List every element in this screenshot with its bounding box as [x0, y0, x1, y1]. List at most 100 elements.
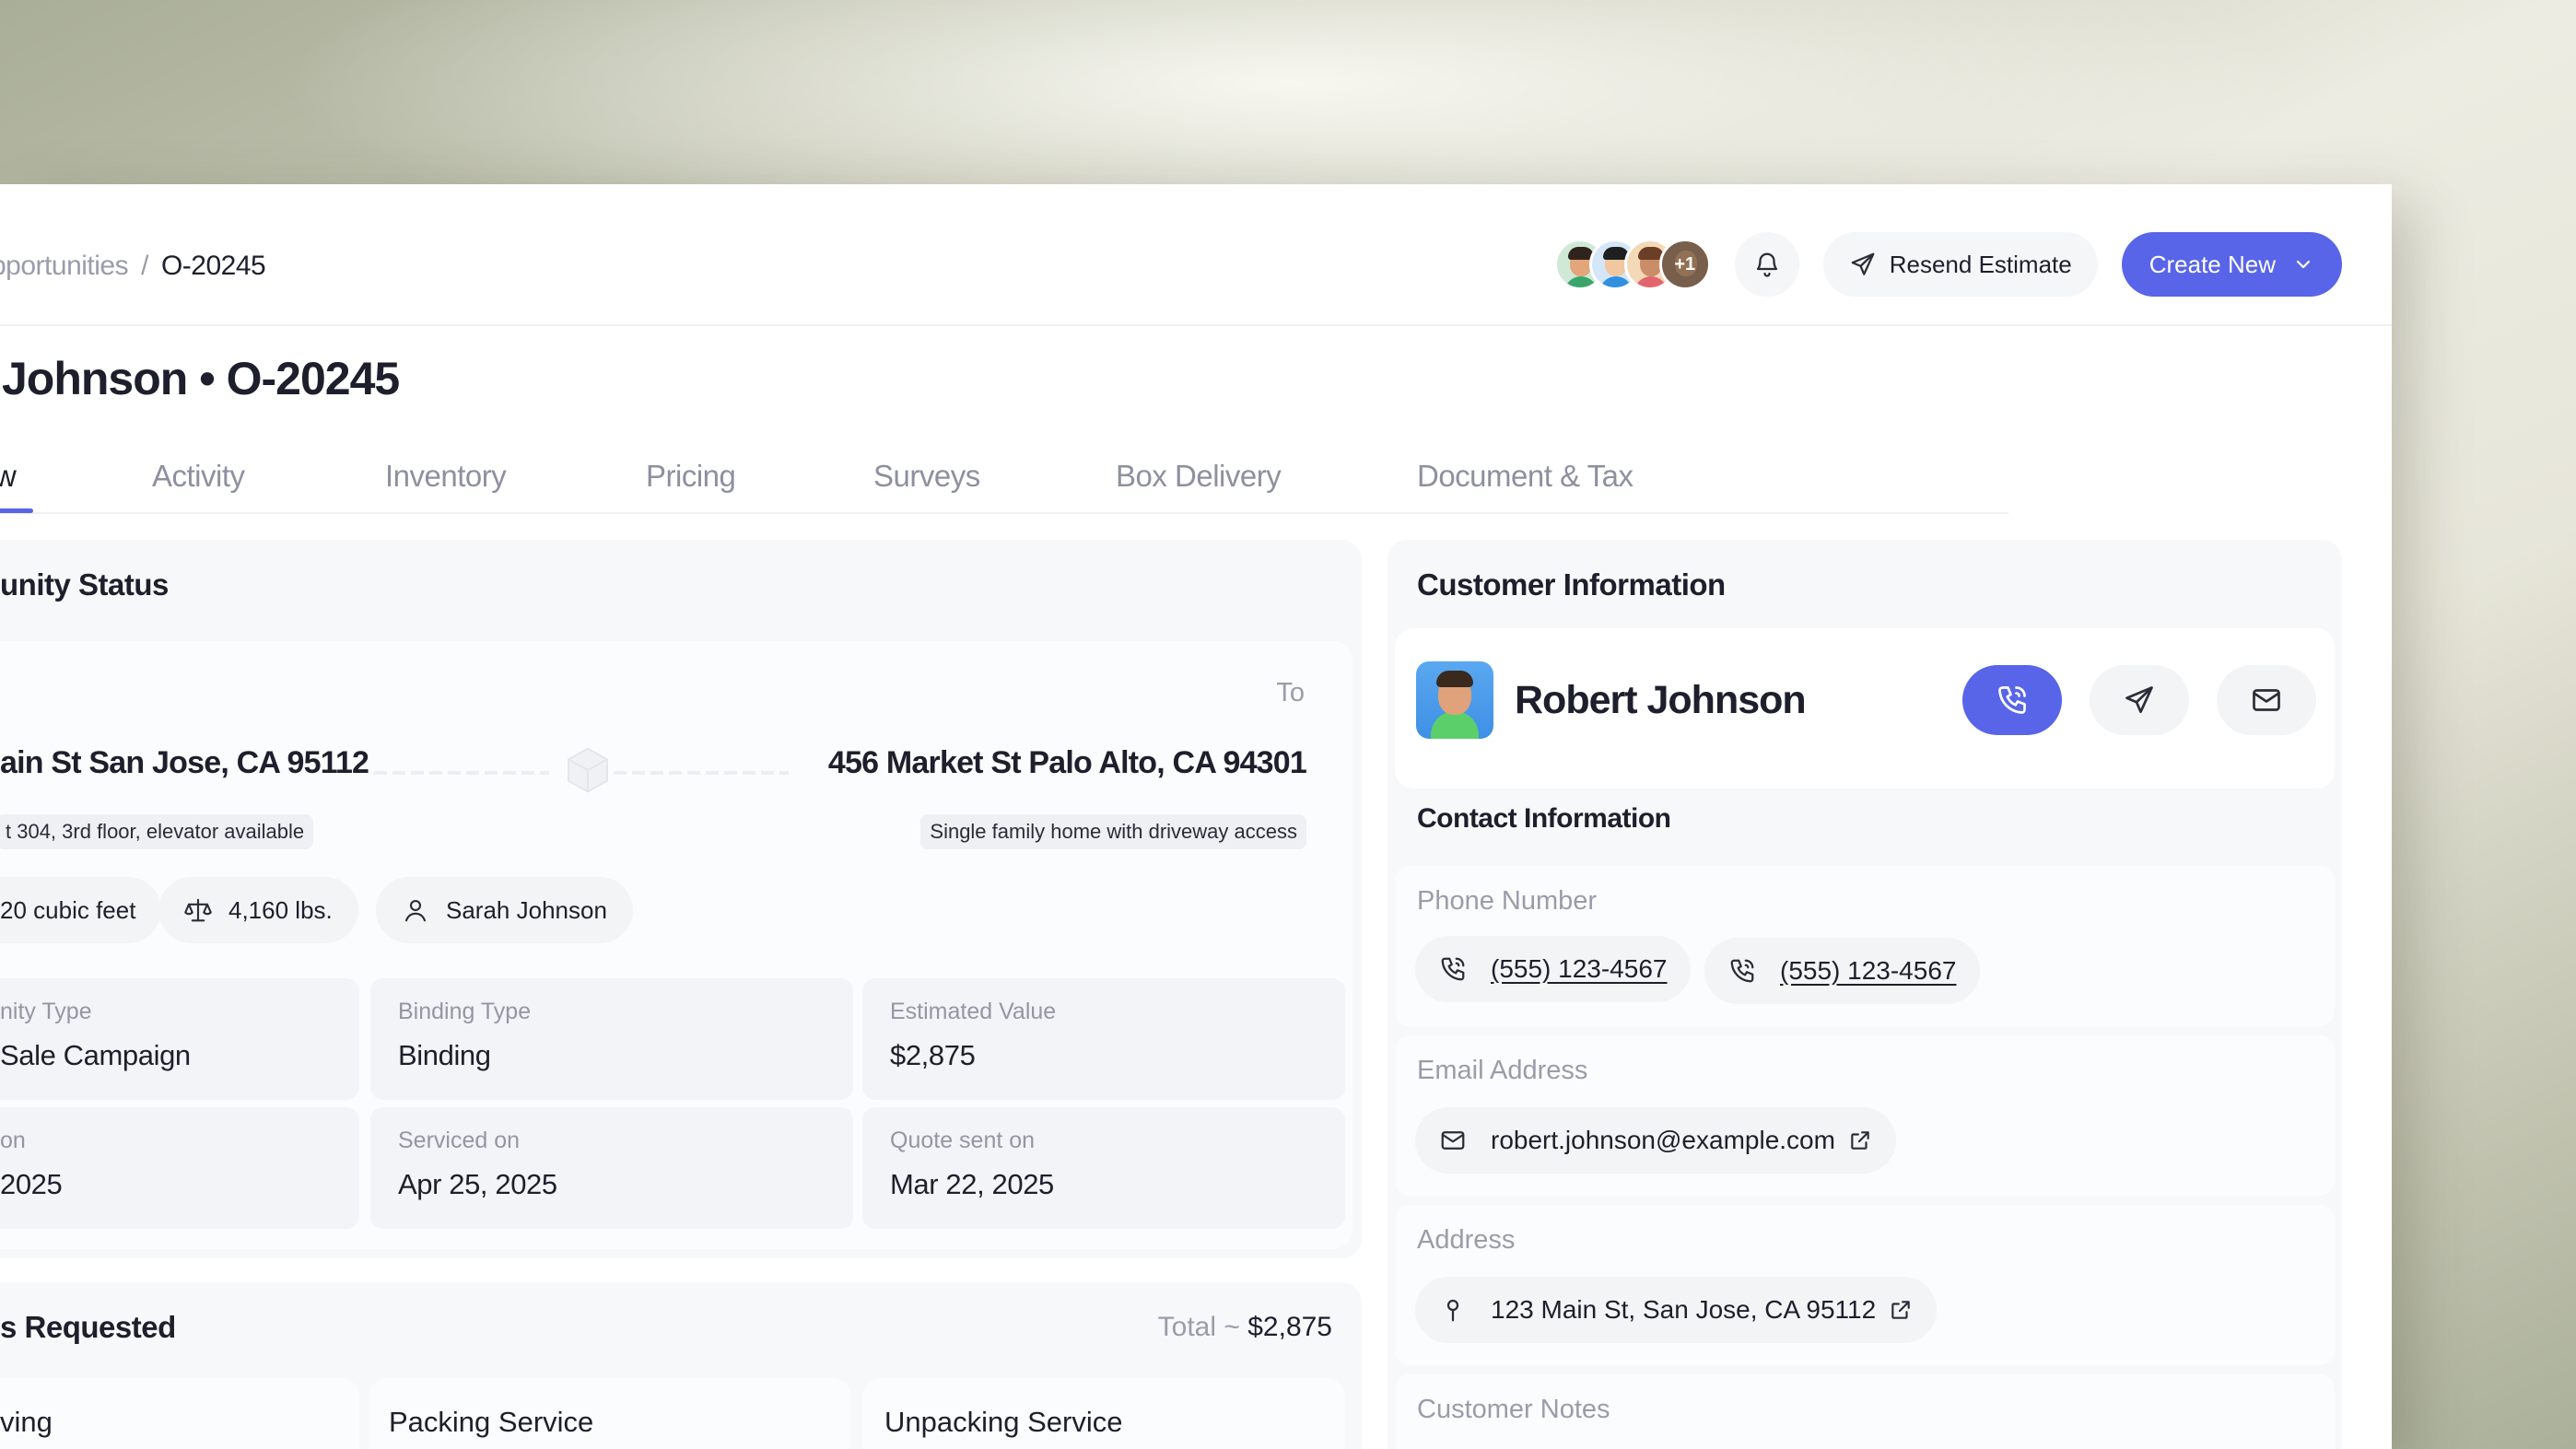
phone-label: Phone Number — [1417, 886, 1598, 916]
notes-block: Customer Notes — [1395, 1374, 2335, 1449]
field-label: Binding Type — [398, 999, 532, 1024]
tab-document-tax[interactable]: Document & Tax — [1417, 459, 1633, 494]
services-card-title: s Requested — [0, 1310, 176, 1344]
breadcrumb: pportunities / O-20245 — [0, 251, 266, 282]
header-actions: +1 Resend Estimate Create New — [1553, 232, 2342, 297]
service-item[interactable]: ving — [0, 1378, 359, 1449]
create-new-button[interactable]: Create New — [2121, 232, 2342, 297]
volume-chip: 20 cubic feet — [0, 877, 162, 943]
tab-activity[interactable]: Activity — [152, 459, 245, 494]
address-block: Address 123 Main St, San Jose, CA 95112 — [1395, 1205, 2335, 1365]
more-count: +1 — [1661, 241, 1708, 287]
scale-icon — [184, 898, 212, 922]
field-opportunity-type: nity Type Sale Campaign — [0, 978, 359, 1100]
to-address: 456 Market St Palo Alto, CA 94301 — [827, 745, 1307, 780]
field-label: Quote sent on — [890, 1128, 1036, 1153]
from-address: ain St San Jose, CA 95112 — [0, 745, 369, 780]
mail-icon — [1441, 1131, 1465, 1150]
opportunity-status-card: unity Status To ain St San Jose, CA 9511… — [0, 540, 1362, 1258]
agent-chip: Sarah Johnson — [376, 877, 633, 943]
customer-name: Robert Johnson — [1515, 678, 1807, 722]
resend-estimate-button[interactable]: Resend Estimate — [1822, 232, 2098, 297]
field-label: on — [0, 1128, 26, 1153]
call-button[interactable] — [1962, 665, 2062, 735]
page-title: Johnson • O-20245 — [2, 353, 400, 404]
phone-number[interactable]: (555) 123-4567 — [1491, 954, 1667, 984]
agent-name: Sarah Johnson — [446, 895, 607, 924]
tab-bar: w Activity Inventory Pricing Surveys Box… — [0, 451, 2008, 514]
field-estimated-value: Estimated Value $2,875 — [862, 978, 1345, 1100]
route-panel: To ain St San Jose, CA 95112 456 Market … — [0, 641, 1352, 1249]
avatar-hair — [1436, 671, 1473, 687]
customer-card-title: Customer Information — [1417, 567, 1726, 602]
tab-overview[interactable]: w — [0, 459, 17, 494]
tab-surveys[interactable]: Surveys — [873, 459, 980, 494]
box-icon — [568, 747, 608, 793]
address-chip[interactable]: 123 Main St, San Jose, CA 95112 — [1415, 1277, 1938, 1343]
service-item[interactable]: Packing Service — [369, 1378, 851, 1449]
external-link-icon[interactable] — [1848, 1128, 1872, 1152]
notifications-button[interactable] — [1734, 232, 1799, 297]
app-window: pportunities / O-20245 +1 Resend Estimat… — [0, 184, 2392, 1449]
collaborator-avatars[interactable]: +1 — [1553, 239, 1711, 290]
resend-estimate-label: Resend Estimate — [1889, 250, 2072, 278]
phone-chip[interactable]: (555) 123-4567 — [1415, 936, 1692, 1002]
top-header: pportunities / O-20245 +1 Resend Estimat… — [0, 184, 2392, 326]
tab-pricing[interactable]: Pricing — [646, 459, 736, 494]
email-chip[interactable]: robert.johnson@example.com — [1415, 1107, 1896, 1174]
email-button[interactable] — [2217, 665, 2316, 735]
services-total: Total ~ $2,875 — [1158, 1312, 1332, 1343]
to-note: Single family home with driveway access — [920, 814, 1306, 849]
phone-icon — [1730, 959, 1754, 983]
send-message-button[interactable] — [2090, 665, 2189, 735]
service-title: Unpacking Service — [884, 1406, 1123, 1438]
service-item[interactable]: Unpacking Service — [862, 1378, 1345, 1449]
address-label: Address — [1417, 1225, 1516, 1255]
chevron-down-icon — [2296, 260, 2311, 269]
notes-label: Customer Notes — [1417, 1395, 1610, 1424]
phone-icon — [1441, 957, 1465, 981]
phone-block: Phone Number (555) 123-4567 (555) 123-45… — [1395, 866, 2335, 1026]
send-icon — [1851, 252, 1875, 275]
field-value: $2,875 — [890, 1039, 976, 1071]
mail-icon — [2253, 689, 2280, 711]
create-new-label: Create New — [2149, 250, 2276, 278]
contact-info-title: Contact Information — [1417, 803, 1671, 834]
weight-value: 4,160 lbs. — [228, 895, 333, 924]
field-label: Estimated Value — [890, 999, 1057, 1024]
total-value: $2,875 — [1247, 1312, 1332, 1342]
service-title: ving — [0, 1406, 53, 1438]
send-icon — [2125, 686, 2153, 714]
email-label: Email Address — [1417, 1056, 1588, 1085]
tab-inventory[interactable]: Inventory — [385, 459, 507, 494]
external-link-icon[interactable] — [1889, 1298, 1913, 1322]
from-note: t 304, 3rd floor, elevator available — [0, 814, 314, 849]
status-card-title: unity Status — [0, 567, 169, 602]
user-icon — [404, 899, 427, 922]
street-address[interactable]: 123 Main St, San Jose, CA 95112 — [1491, 1295, 1876, 1325]
avatar-shirt — [1431, 711, 1479, 739]
email-address[interactable]: robert.johnson@example.com — [1491, 1126, 1835, 1155]
avatar-more[interactable]: +1 — [1658, 239, 1711, 290]
services-requested-card: s Requested Total ~ $2,875 ving Packing … — [0, 1282, 1362, 1449]
field-label: Serviced on — [398, 1128, 521, 1153]
field-created-on: on 2025 — [0, 1107, 359, 1229]
field-value: Mar 22, 2025 — [890, 1168, 1054, 1200]
phone-number[interactable]: (555) 123-4567 — [1780, 956, 1956, 986]
volume-value: 20 cubic feet — [0, 895, 136, 924]
avatar-body — [1598, 276, 1633, 287]
phone-chip[interactable]: (555) 123-4567 — [1704, 938, 1981, 1004]
breadcrumb-parent[interactable]: pportunities — [0, 251, 129, 282]
breadcrumb-separator: / — [141, 251, 148, 281]
field-label: nity Type — [0, 999, 92, 1024]
field-value: Sale Campaign — [0, 1039, 191, 1071]
field-value: Binding — [398, 1039, 491, 1071]
bell-icon — [1756, 252, 1777, 277]
tab-box-delivery[interactable]: Box Delivery — [1116, 459, 1282, 494]
to-label: To — [1276, 678, 1305, 707]
map-pin-icon — [1446, 1299, 1459, 1322]
field-quote-sent-on: Quote sent on Mar 22, 2025 — [862, 1107, 1345, 1229]
field-value: Apr 25, 2025 — [398, 1168, 557, 1200]
active-tab-indicator — [0, 508, 33, 513]
field-value: 2025 — [0, 1168, 63, 1200]
